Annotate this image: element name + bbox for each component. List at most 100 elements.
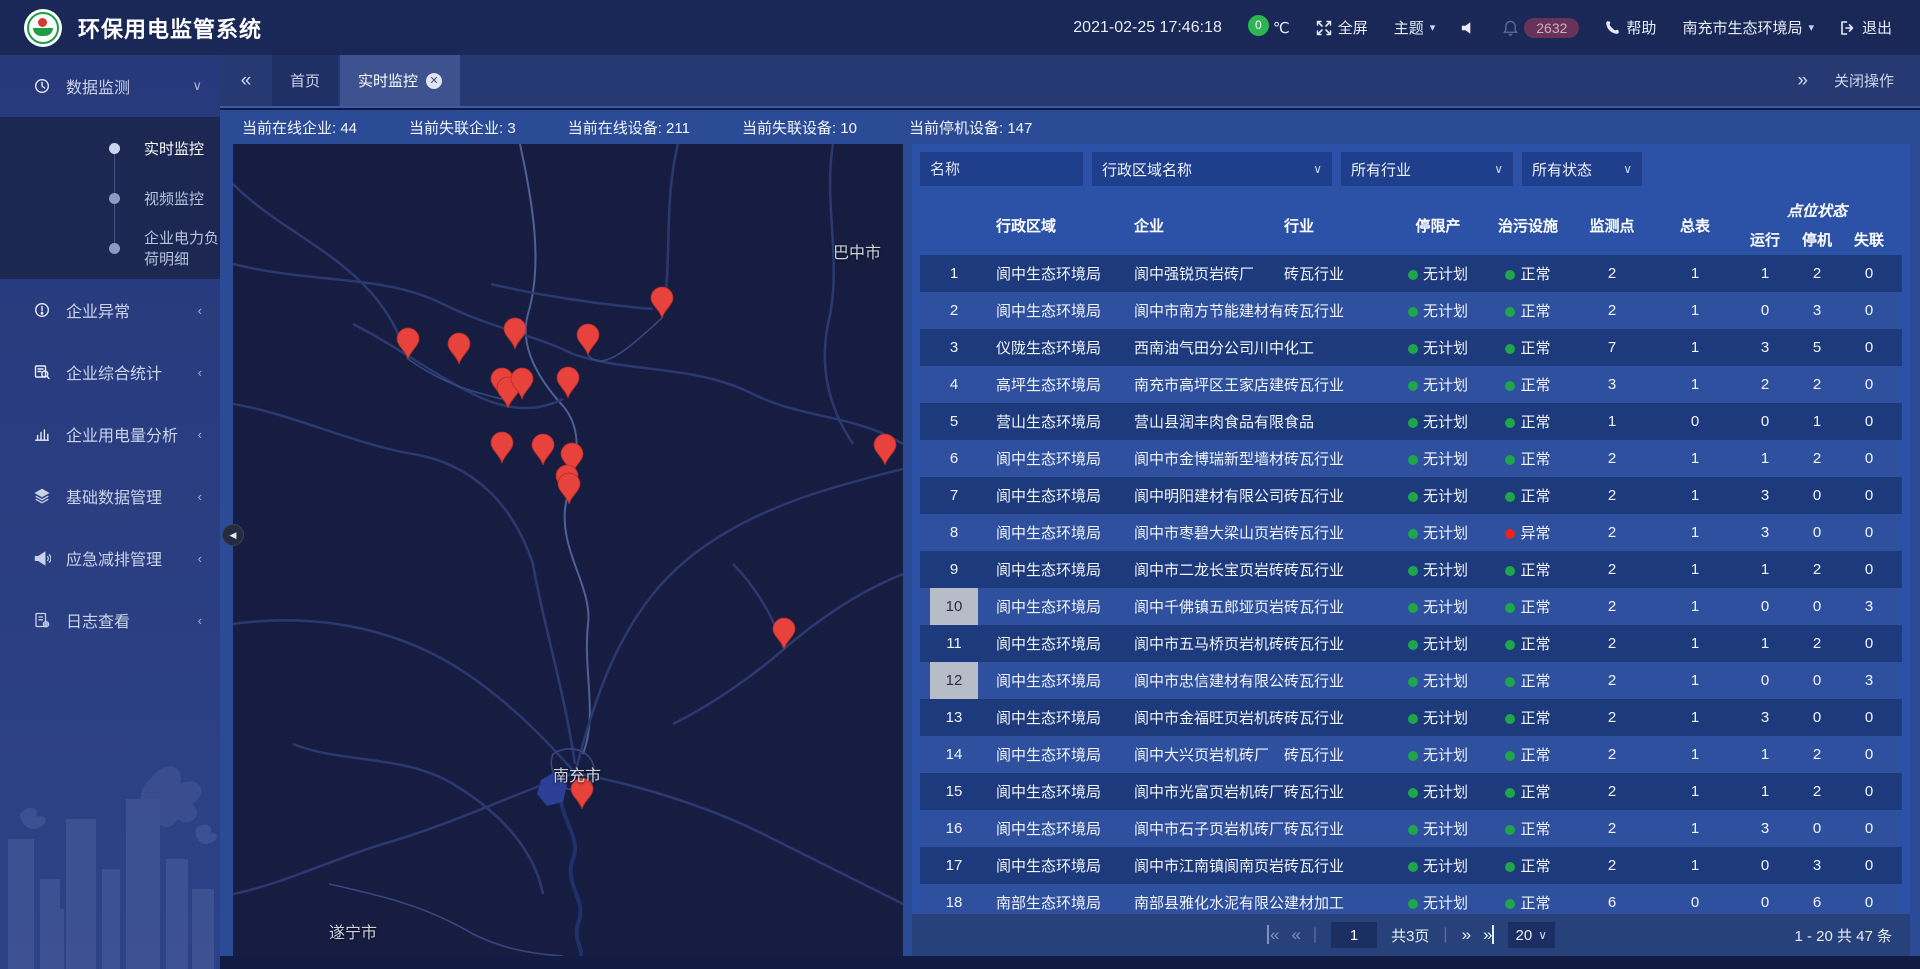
map-pin[interactable] <box>557 367 579 398</box>
sound-toggle[interactable] <box>1461 21 1477 35</box>
status-dot-icon <box>1505 455 1515 465</box>
map-pin[interactable] <box>577 324 599 355</box>
logout-button[interactable]: 退出 <box>1840 17 1892 38</box>
org-dropdown[interactable]: 南充市生态环境局 ▾ <box>1682 17 1814 38</box>
cell-running: 0 <box>1738 857 1792 874</box>
cell-running: 3 <box>1738 339 1792 356</box>
table-row-9[interactable]: 9阆中生态环境局阆中市二龙长宝页岩砖砖瓦行业无计划正常21120 <box>920 551 1902 588</box>
cell-pollution-facility: 正常 <box>1484 633 1572 654</box>
cell-stopped: 0 <box>1792 672 1842 689</box>
tab-实时监控[interactable]: 实时监控✕ <box>340 55 460 106</box>
status-dot-icon <box>1505 270 1515 280</box>
close-operations-button[interactable]: 关闭操作 <box>1834 70 1894 91</box>
cell-region: 阆中生态环境局 <box>988 855 1134 876</box>
tabs-scroll-left-button[interactable]: « <box>220 55 272 106</box>
map-pin[interactable] <box>571 778 593 809</box>
map-pin[interactable] <box>532 434 554 465</box>
sidebar-item-1[interactable]: 企业异常‹ <box>0 279 220 341</box>
tab-close-icon[interactable]: ✕ <box>426 73 442 89</box>
cell-monitor-points: 2 <box>1572 598 1652 615</box>
sidebar-item-2[interactable]: 企业综合统计‹ <box>0 341 220 403</box>
status-dot-icon <box>1505 529 1515 539</box>
table-row-8[interactable]: 8阆中生态环境局阆中市枣碧大梁山页岩砖瓦行业无计划异常21300 <box>920 514 1902 551</box>
status-dot-icon <box>1408 492 1418 502</box>
tabs-scroll-right-button[interactable]: » <box>1797 70 1808 92</box>
sidebar-subitem-视频监控[interactable]: 视频监控 <box>0 173 220 223</box>
table-row-4[interactable]: 4高坪生态环境局南充市高坪区王家店建砖瓦行业无计划正常31220 <box>920 366 1902 403</box>
cell-stopped: 2 <box>1792 783 1842 800</box>
cell-region: 高坪生态环境局 <box>988 374 1134 395</box>
cell-running: 3 <box>1738 524 1792 541</box>
table-row-6[interactable]: 6阆中生态环境局阆中市金博瑞新型墙材砖瓦行业无计划正常21120 <box>920 440 1902 477</box>
sidebar-item-4[interactable]: 基础数据管理‹ <box>0 465 220 527</box>
industry-select[interactable]: 所有行业 ∨ <box>1341 152 1513 186</box>
theme-dropdown[interactable]: 主题 ▾ <box>1394 17 1436 38</box>
map-pin[interactable] <box>504 318 526 349</box>
chevrons-left-icon: « <box>241 70 252 92</box>
map-pin[interactable] <box>558 473 580 504</box>
sidebar-subitem-实时监控[interactable]: 实时监控 <box>0 123 220 173</box>
map-panel[interactable]: 巴中市南充市遂宁市 ◀ <box>233 144 903 956</box>
sidebar-item-6[interactable]: 日志查看‹ <box>0 589 220 651</box>
table-row-3[interactable]: 3仪陇生态环境局西南油气田分公司川中化工无计划正常71350 <box>920 329 1902 366</box>
map-collapse-button[interactable]: ◀ <box>222 524 244 546</box>
table-row-10[interactable]: 10阆中生态环境局阆中千佛镇五郎垭页岩砖瓦行业无计划正常21003 <box>920 588 1902 625</box>
help-button[interactable]: 帮助 <box>1605 17 1656 38</box>
table-row-13[interactable]: 13阆中生态环境局阆中市金福旺页岩机砖砖瓦行业无计划正常21300 <box>920 699 1902 736</box>
first-page-button[interactable]: « <box>1267 925 1277 945</box>
prev-page-icon: « <box>1291 925 1298 944</box>
table-row-11[interactable]: 11阆中生态环境局阆中市五马桥页岩机砖砖瓦行业无计划正常21120 <box>920 625 1902 662</box>
sidebar-item-label: 企业综合统计 <box>66 360 162 384</box>
cell-monitor-points: 2 <box>1572 820 1652 837</box>
bullet-dot-icon <box>109 143 120 154</box>
cell-disconnected: 0 <box>1842 339 1896 356</box>
cell-region: 阆中生态环境局 <box>988 633 1134 654</box>
map-pin[interactable] <box>773 618 795 649</box>
bar-chart-icon <box>34 426 54 442</box>
cell-total-meters: 1 <box>1652 524 1738 541</box>
page-size-select[interactable]: 20 ∨ <box>1508 922 1555 948</box>
sidebar-item-0[interactable]: 数据监测∨ <box>0 55 220 117</box>
name-search-input[interactable] <box>920 152 1083 186</box>
sidebar-item-5[interactable]: 应急减排管理‹ <box>0 527 220 589</box>
page-number-input[interactable] <box>1331 922 1377 948</box>
sidebar-item-label: 数据监测 <box>66 74 130 98</box>
table-row-5[interactable]: 5营山生态环境局营山县润丰肉食品有限食品无计划正常10010 <box>920 403 1902 440</box>
notifications[interactable]: 2632 <box>1503 18 1579 38</box>
table-row-7[interactable]: 7阆中生态环境局阆中明阳建材有限公司砖瓦行业无计划正常21300 <box>920 477 1902 514</box>
table-row-16[interactable]: 16阆中生态环境局阆中市石子页岩机砖厂砖瓦行业无计划正常21300 <box>920 810 1902 847</box>
cell-disconnected: 0 <box>1842 783 1896 800</box>
tab-首页[interactable]: 首页 <box>272 55 338 106</box>
table-row-14[interactable]: 14阆中生态环境局阆中大兴页岩机砖厂砖瓦行业无计划正常21120 <box>920 736 1902 773</box>
table-row-17[interactable]: 17阆中生态环境局阆中市江南镇阆南页岩砖瓦行业无计划正常21030 <box>920 847 1902 884</box>
cell-region: 阆中生态环境局 <box>988 744 1134 765</box>
status-dot-icon <box>1505 751 1515 761</box>
cell-pollution-facility: 正常 <box>1484 263 1572 284</box>
table-row-15[interactable]: 15阆中生态环境局阆中市光富页岩机砖厂砖瓦行业无计划正常21120 <box>920 773 1902 810</box>
cell-limit-production: 无计划 <box>1392 633 1484 654</box>
fullscreen-button[interactable]: 全屏 <box>1316 17 1368 38</box>
table-row-12[interactable]: 12阆中生态环境局阆中市忠信建材有限公砖瓦行业无计划正常21003 <box>920 662 1902 699</box>
cell-region: 阆中生态环境局 <box>988 485 1134 506</box>
map-pin[interactable] <box>874 434 896 465</box>
cell-limit-production: 无计划 <box>1392 448 1484 469</box>
map-pin[interactable] <box>491 432 513 463</box>
table-row-1[interactable]: 1阆中生态环境局阆中强锐页岩砖厂砖瓦行业无计划正常21120 <box>920 255 1902 292</box>
bell-icon <box>1503 20 1518 36</box>
clock-icon <box>34 78 54 94</box>
region-select[interactable]: 行政区域名称 ∨ <box>1092 152 1332 186</box>
cell-total-meters: 1 <box>1652 672 1738 689</box>
map-pin[interactable] <box>448 333 470 364</box>
cell-pollution-facility: 正常 <box>1484 559 1572 580</box>
cell-disconnected: 0 <box>1842 635 1896 652</box>
last-page-button[interactable]: » <box>1483 925 1493 945</box>
map-pin[interactable] <box>651 287 673 318</box>
prev-page-button[interactable]: « <box>1291 925 1298 945</box>
status-dot-icon <box>1408 640 1418 650</box>
status-select[interactable]: 所有状态 ∨ <box>1522 152 1642 186</box>
sidebar-subitem-企业电力负荷明细[interactable]: 企业电力负荷明细 <box>0 223 220 273</box>
map-pin[interactable] <box>397 328 419 359</box>
next-page-button[interactable]: » <box>1462 925 1469 945</box>
table-row-2[interactable]: 2阆中生态环境局阆中市南方节能建材有砖瓦行业无计划正常21030 <box>920 292 1902 329</box>
sidebar-item-3[interactable]: 企业用电量分析‹ <box>0 403 220 465</box>
